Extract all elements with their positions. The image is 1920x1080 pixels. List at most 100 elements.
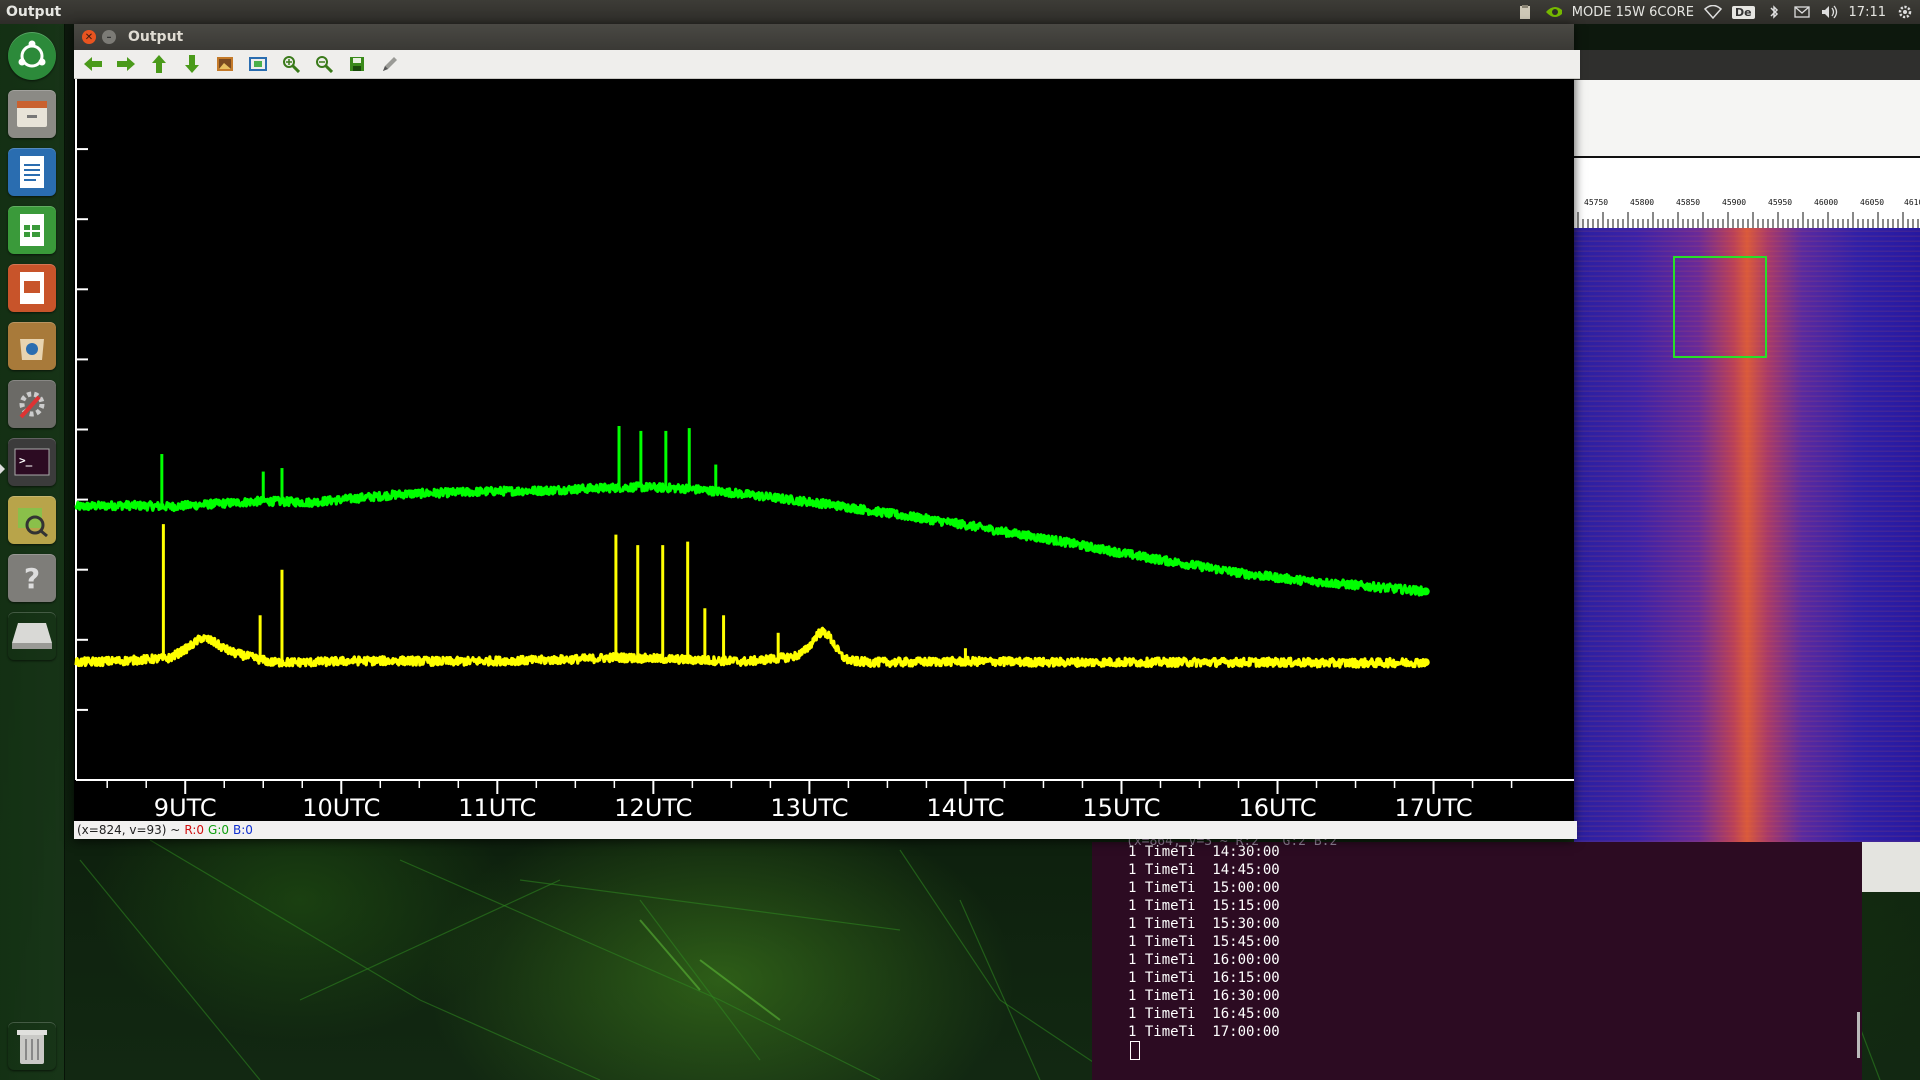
ruler-label: 46050 — [1860, 198, 1885, 207]
minimize-icon: – — [106, 31, 112, 43]
x-tick-label: 14UTC — [926, 794, 1004, 822]
pen-icon — [383, 57, 397, 71]
pixel-blue-value: B:0 — [233, 823, 253, 837]
image-viewer-icon — [8, 496, 56, 544]
terminal-line: 1 TimeTi 16:15:00 — [1128, 970, 1280, 986]
x-tick-label: 16UTC — [1238, 794, 1316, 822]
pixel-red-value: R:0 — [184, 823, 205, 837]
image-button[interactable] — [212, 52, 238, 76]
ruler-label: 4610 — [1904, 198, 1920, 207]
system-tray: MODE 15W 6CORE De 17:11 — [1516, 0, 1914, 24]
launcher-dash[interactable] — [6, 30, 58, 82]
svg-text:>_: >_ — [19, 454, 33, 467]
back-button[interactable] — [80, 52, 106, 76]
waterfall-panel — [1574, 80, 1920, 156]
file-manager-icon — [8, 90, 56, 138]
keyboard-layout-indicator[interactable]: De — [1731, 5, 1755, 19]
pixel-green-value: G:0 — [208, 823, 229, 837]
launcher-drive[interactable] — [6, 610, 58, 662]
terminal-line: 1 TimeTi 16:30:00 — [1128, 988, 1280, 1004]
launcher-files[interactable] — [6, 88, 58, 140]
draw-button[interactable] — [377, 52, 403, 76]
help-icon: ? — [8, 554, 56, 602]
terminal-line: 1 TimeTi 16:45:00 — [1128, 1006, 1280, 1022]
system-settings-icon — [8, 380, 56, 428]
output-titlebar[interactable]: ✕ – Output — [74, 24, 1574, 50]
trash-icon — [8, 1022, 56, 1070]
series-2-end-point — [1421, 658, 1430, 667]
launcher-software[interactable] — [6, 320, 58, 372]
terminal-line: 1 TimeTi 15:30:00 — [1128, 916, 1280, 932]
clock[interactable]: 17:11 — [1849, 5, 1886, 20]
save-button[interactable] — [344, 52, 370, 76]
launcher-trash[interactable] — [6, 1020, 58, 1072]
power-mode-label[interactable]: MODE 15W 6CORE — [1572, 5, 1694, 20]
launcher-active-indicator — [0, 464, 5, 474]
drive-icon — [8, 612, 56, 660]
gear-icon[interactable] — [1896, 3, 1914, 21]
selection-box[interactable] — [1673, 256, 1767, 358]
down-button[interactable] — [179, 52, 205, 76]
launcher-impress[interactable] — [6, 262, 58, 314]
ruler-label: 45950 — [1768, 198, 1793, 207]
launcher-calc[interactable] — [6, 204, 58, 256]
impress-icon — [8, 264, 56, 312]
volume-icon[interactable] — [1821, 3, 1839, 21]
ruler-label: 45800 — [1630, 198, 1655, 207]
arrow-down-icon — [185, 55, 199, 73]
x-tick-label: 9UTC — [154, 794, 217, 822]
series-1-line — [74, 481, 1427, 597]
terminal-line: 1 TimeTi 15:00:00 — [1128, 880, 1280, 896]
terminal-scrollbar[interactable] — [1857, 1012, 1860, 1058]
time-series-chart[interactable]: 9UTC 10UTC 11UTC 12UTC 13UTC 14UTC 15UTC 16UTC 1… — [74, 79, 1574, 822]
arrow-right-icon — [117, 57, 135, 71]
terminal-icon: >_ — [8, 438, 56, 486]
plot-area[interactable]: 9UTC 10UTC 11UTC 12UTC 13UTC 14UTC 15UTC 16UTC 1… — [74, 79, 1574, 822]
waterfall-window: 45750 45800 45850 45900 45950 46000 4605… — [1574, 50, 1920, 892]
status-bar: (x=824, v=93) ~ R:0 G:0 B:0 — [74, 821, 1577, 839]
x-tick-label: 10UTC — [302, 794, 380, 822]
calc-icon — [8, 206, 56, 254]
forward-button[interactable] — [113, 52, 139, 76]
terminal-line: 1 TimeTi 15:15:00 — [1128, 898, 1280, 914]
close-button[interactable]: ✕ — [82, 30, 96, 44]
arrow-left-icon — [84, 57, 102, 71]
waterfall-titlebar — [1574, 50, 1920, 80]
zoom-in-button[interactable] — [278, 52, 304, 76]
launcher-terminal[interactable]: >_ — [6, 436, 58, 488]
launcher-help[interactable]: ? — [6, 552, 58, 604]
launcher-image-viewer[interactable] — [6, 494, 58, 546]
launcher-writer[interactable] — [6, 146, 58, 198]
ruler-label: 45850 — [1676, 198, 1701, 207]
clipboard-icon[interactable] — [1516, 3, 1534, 21]
terminal-line: 1 TimeTi 17:00:00 — [1128, 1024, 1280, 1040]
ruler-label: 45750 — [1584, 198, 1609, 207]
series-1-end-point — [1421, 587, 1430, 596]
frequency-ruler: 45750 45800 45850 45900 45950 46000 4605… — [1574, 156, 1920, 230]
launcher: >_ ? — [0, 24, 65, 1080]
terminal-window[interactable]: (x=864, v=3 ~ R:2 G:2 B:2 1 TimeTi 14:30… — [1092, 834, 1862, 1080]
arrow-up-icon — [152, 55, 166, 73]
x-tick-label: 17UTC — [1395, 794, 1473, 822]
window-title: Output — [128, 29, 184, 45]
ruler-label: 46000 — [1814, 198, 1839, 207]
wifi-icon[interactable] — [1703, 3, 1722, 21]
mail-icon[interactable] — [1793, 3, 1811, 21]
close-icon: ✕ — [84, 31, 94, 43]
zoom-in-icon — [283, 56, 300, 73]
terminal-line: 1 TimeTi 15:45:00 — [1128, 934, 1280, 950]
save-icon — [350, 57, 364, 71]
launcher-settings[interactable] — [6, 378, 58, 430]
zoom-out-button[interactable] — [311, 52, 337, 76]
nvidia-icon[interactable] — [1544, 3, 1562, 21]
writer-icon — [8, 148, 56, 196]
bluetooth-icon[interactable] — [1765, 3, 1783, 21]
minimize-button[interactable]: – — [102, 30, 116, 44]
series-2-line — [74, 626, 1427, 669]
x-tick-label: 15UTC — [1082, 794, 1160, 822]
fit-window-button[interactable] — [245, 52, 271, 76]
x-tick-label: 13UTC — [770, 794, 848, 822]
terminal-cursor — [1130, 1041, 1140, 1060]
up-button[interactable] — [146, 52, 172, 76]
active-app-title: Output — [6, 4, 62, 20]
